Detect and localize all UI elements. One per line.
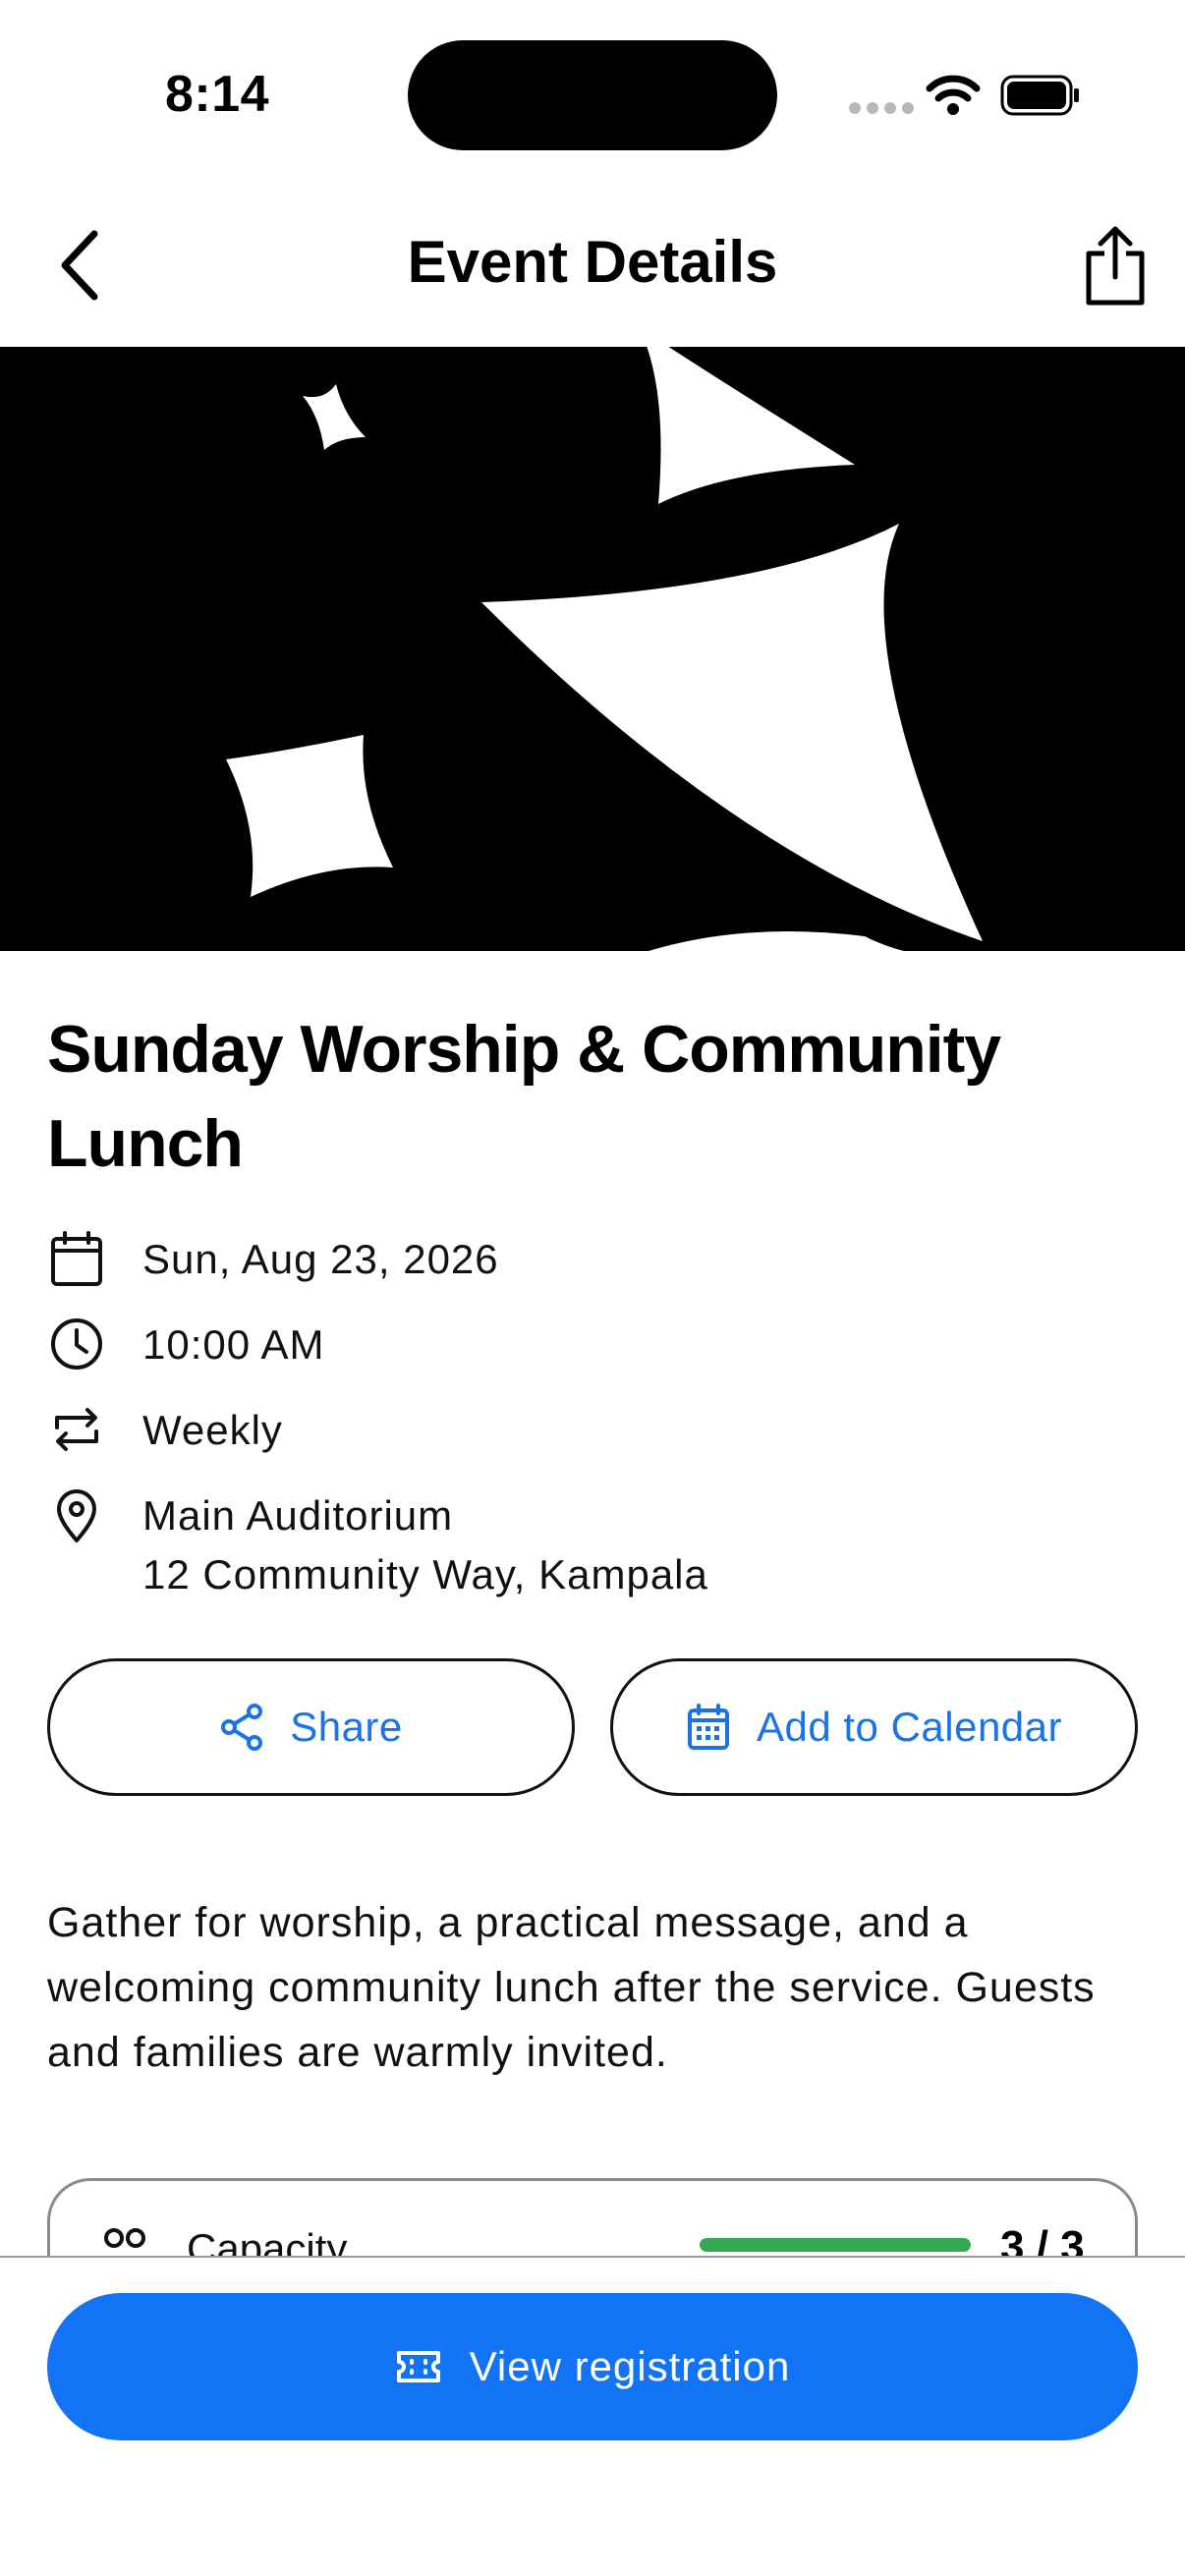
event-location-name: Main Auditorium [142,1492,454,1539]
battery-icon [1000,75,1079,116]
add-to-calendar-button[interactable]: Add to Calendar [610,1658,1138,1796]
cellular-signal-icon [849,102,914,114]
event-time: 10:00 AM [142,1321,325,1368]
location-pin-icon [57,1489,96,1542]
event-hero-image [0,347,1185,951]
wifi-icon [926,75,981,115]
add-to-calendar-label: Add to Calendar [756,1704,1063,1750]
status-time: 8:14 [165,66,270,123]
capacity-progress-bar [700,2238,971,2252]
capacity-progress-fill [700,2238,971,2252]
event-date: Sun, Aug 23, 2026 [142,1236,499,1282]
share-button-label: Share [290,1704,403,1750]
share-nodes-icon [221,1704,263,1751]
ticket-icon [396,2351,440,2382]
event-recurrence: Weekly [142,1407,283,1453]
event-title: Sunday Worship & Community Lunch [47,1012,1001,1181]
view-registration-label: View registration [469,2343,791,2389]
clock-icon [51,1318,102,1370]
page-title: Event Details [407,229,778,295]
calendar-add-icon [687,1704,729,1750]
share-icon[interactable] [1081,224,1150,308]
share-button[interactable]: Share [47,1658,575,1796]
calendar-icon [51,1231,102,1286]
event-description: Gather for worship, a practical message,… [47,1899,1096,2076]
event-location-address: 12 Community Way, Kampala [142,1551,708,1597]
dynamic-island [408,40,777,150]
view-registration-button[interactable]: View registration [47,2293,1138,2440]
sparkles-icon [226,347,983,951]
repeat-icon [55,1408,98,1451]
